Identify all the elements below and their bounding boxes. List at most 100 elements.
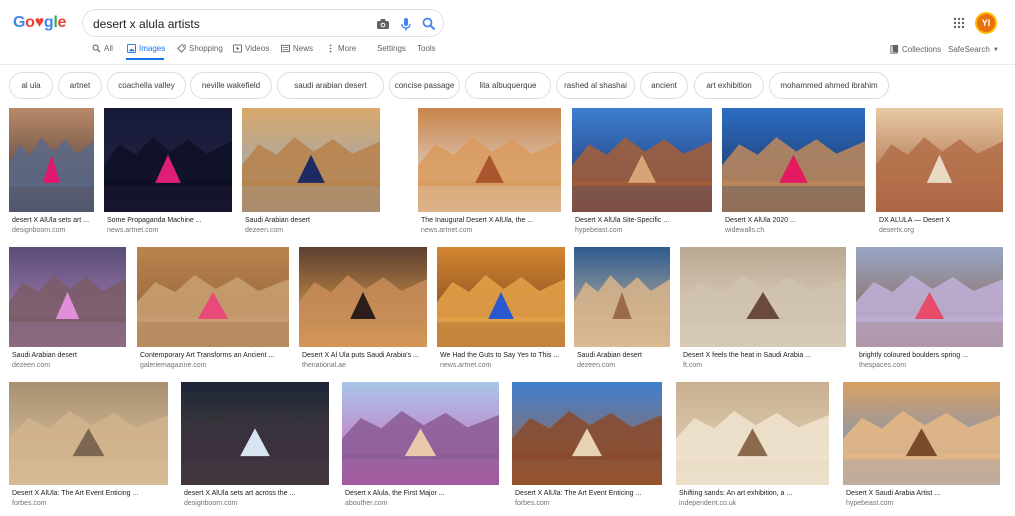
related-search-chip[interactable]: coachella valley: [107, 72, 186, 99]
image-thumbnail[interactable]: [9, 108, 94, 212]
image-result-card[interactable]: Desert X feels the heat in Saudi Arabia …: [680, 247, 846, 374]
image-result-card[interactable]: Saudi Arabian desert dezeen.com: [574, 247, 670, 374]
related-search-chip[interactable]: artnet: [58, 72, 102, 99]
account-avatar[interactable]: YI: [975, 12, 997, 34]
safesearch-label: SafeSearch: [948, 45, 990, 54]
result-title[interactable]: Desert X Al Ula puts Saudi Arabia's ...: [302, 352, 419, 359]
image-result-card[interactable]: Desert x Alula, the First Major ... about…: [342, 382, 499, 512]
image-thumbnail[interactable]: [876, 108, 1003, 212]
image-thumbnail[interactable]: [9, 382, 168, 485]
image-thumbnail[interactable]: [572, 108, 712, 212]
result-source: news.artnet.com: [440, 362, 492, 369]
image-result-card[interactable]: Desert X Saudi Arabia Artist ... hypebeas…: [843, 382, 1000, 512]
image-result-card[interactable]: We Had the Guts to Say Yes to This ... ne…: [437, 247, 565, 374]
image-result-card[interactable]: brightly coloured boulders spring ... the…: [856, 247, 1003, 374]
image-thumbnail[interactable]: [574, 247, 670, 347]
result-title[interactable]: desert X AlUla sets art across the ...: [184, 490, 295, 497]
result-title[interactable]: Contemporary Art Transforms an Ancient .…: [140, 352, 274, 359]
result-title[interactable]: DX ALULA — Desert X: [879, 217, 950, 224]
image-thumbnail[interactable]: [437, 247, 565, 347]
collections-link[interactable]: Collections: [890, 45, 941, 54]
result-title[interactable]: Some Propaganda Machine ...: [107, 217, 202, 224]
result-title[interactable]: desert X AlUla sets art ...: [12, 217, 89, 224]
tab-all[interactable]: All: [92, 44, 113, 53]
tab-news[interactable]: News: [281, 44, 313, 53]
search-icon[interactable]: [421, 16, 437, 32]
image-thumbnail[interactable]: [856, 247, 1003, 347]
image-thumbnail[interactable]: [299, 247, 427, 347]
result-title[interactable]: Desert X AlUla: The Art Event Enticing .…: [12, 490, 138, 497]
image-result-card[interactable]: Desert X Al Ula puts Saudi Arabia's ... t…: [299, 247, 427, 374]
image-result-card[interactable]: Desert X AlUla: The Art Event Enticing .…: [512, 382, 662, 512]
tab-label: Shopping: [189, 44, 223, 53]
related-search-chip[interactable]: rashed al shashai: [556, 72, 635, 99]
image-thumbnail[interactable]: [242, 108, 380, 212]
result-title[interactable]: The Inaugural Desert X AlUla, the ...: [421, 217, 533, 224]
result-source: ft.com: [683, 362, 703, 369]
result-source: independent.co.uk: [679, 500, 737, 507]
result-title[interactable]: Saudi Arabian desert: [12, 352, 77, 359]
image-thumbnail[interactable]: [181, 382, 329, 485]
image-thumbnail[interactable]: [512, 382, 662, 485]
result-title[interactable]: Desert x Alula, the First Major ...: [345, 490, 445, 497]
result-title[interactable]: Saudi Arabian desert: [245, 217, 310, 224]
result-title[interactable]: Desert X Saudi Arabia Artist ...: [846, 490, 940, 497]
search-box[interactable]: [82, 9, 444, 37]
tab-label: News: [293, 44, 314, 53]
result-title[interactable]: Shifting sands: An art exhibition, a ...: [679, 490, 792, 497]
tab-videos[interactable]: Videos: [233, 44, 269, 53]
related-search-chip[interactable]: saudi arabian desert: [277, 72, 384, 99]
image-thumbnail[interactable]: [137, 247, 289, 347]
image-thumbnail[interactable]: [342, 382, 499, 485]
image-result-card[interactable]: Desert X AlUla 2020 ... widewalls.ch: [722, 108, 865, 239]
image-result-card[interactable]: Shifting sands: An art exhibition, a ...…: [676, 382, 829, 512]
result-source: hypebeast.com: [575, 227, 623, 234]
image-thumbnail[interactable]: [676, 382, 829, 485]
google-apps-icon[interactable]: [953, 17, 965, 29]
image-thumbnail[interactable]: [843, 382, 1000, 485]
tab-tools[interactable]: Tools: [417, 44, 436, 53]
tab-label: Tools: [417, 44, 436, 53]
tab-more[interactable]: More: [326, 44, 356, 53]
image-result-card[interactable]: Saudi Arabian desert dezeen.com: [242, 108, 380, 239]
result-title[interactable]: Desert X AlUla Site-Specific ...: [575, 217, 669, 224]
image-result-card[interactable]: Contemporary Art Transforms an Ancient .…: [137, 247, 289, 374]
image-thumbnail[interactable]: [104, 108, 232, 212]
related-search-chip[interactable]: ancient: [640, 72, 688, 99]
result-title[interactable]: Desert X AlUla 2020 ...: [725, 217, 796, 224]
related-search-chip[interactable]: lita albuquerque: [465, 72, 551, 99]
image-thumbnail[interactable]: [9, 247, 126, 347]
google-logo[interactable]: Go♥gle: [13, 14, 66, 32]
image-thumbnail[interactable]: [680, 247, 846, 347]
related-search-chip[interactable]: art exhibition: [694, 72, 764, 99]
result-title[interactable]: Desert X AlUla: The Art Event Enticing .…: [515, 490, 641, 497]
related-search-chip[interactable]: neville wakefield: [190, 72, 272, 99]
related-search-chip[interactable]: mohammed ahmed ibrahim: [769, 72, 889, 99]
image-thumbnail[interactable]: [418, 108, 561, 212]
result-title[interactable]: Desert X feels the heat in Saudi Arabia …: [683, 352, 811, 359]
image-result-card[interactable]: desert X AlUla sets art ... designboom.co…: [9, 108, 94, 239]
image-result-card[interactable]: Desert X AlUla Site-Specific ... hypebeas…: [572, 108, 712, 239]
camera-icon[interactable]: [375, 16, 391, 32]
image-result-card[interactable]: DX ALULA — Desert X desertx.org: [876, 108, 1003, 239]
result-source: forbes.com: [515, 500, 550, 507]
image-icon: [127, 44, 136, 53]
result-title[interactable]: Saudi Arabian desert: [577, 352, 642, 359]
search-input[interactable]: [93, 15, 363, 32]
related-search-chip[interactable]: concise passage: [389, 72, 460, 99]
image-thumbnail[interactable]: [722, 108, 865, 212]
safesearch-menu[interactable]: SafeSearch ▼: [948, 45, 999, 54]
tab-shopping[interactable]: Shopping: [177, 44, 223, 53]
result-title[interactable]: We Had the Guts to Say Yes to This ...: [440, 352, 559, 359]
related-search-chip[interactable]: al ula: [9, 72, 53, 99]
result-source: thespaces.com: [859, 362, 907, 369]
image-result-card[interactable]: Desert X AlUla: The Art Event Enticing .…: [9, 382, 168, 512]
microphone-icon[interactable]: [398, 16, 414, 32]
image-result-card[interactable]: Some Propaganda Machine ... news.artnet.c…: [104, 108, 232, 239]
tab-settings[interactable]: Settings: [377, 44, 406, 53]
image-result-card[interactable]: desert X AlUla sets art across the ... de…: [181, 382, 329, 512]
image-result-card[interactable]: Saudi Arabian desert dezeen.com: [9, 247, 126, 374]
image-result-card[interactable]: The Inaugural Desert X AlUla, the ... new…: [418, 108, 561, 239]
tab-images[interactable]: Images: [127, 44, 165, 53]
result-title[interactable]: brightly coloured boulders spring ...: [859, 352, 968, 359]
